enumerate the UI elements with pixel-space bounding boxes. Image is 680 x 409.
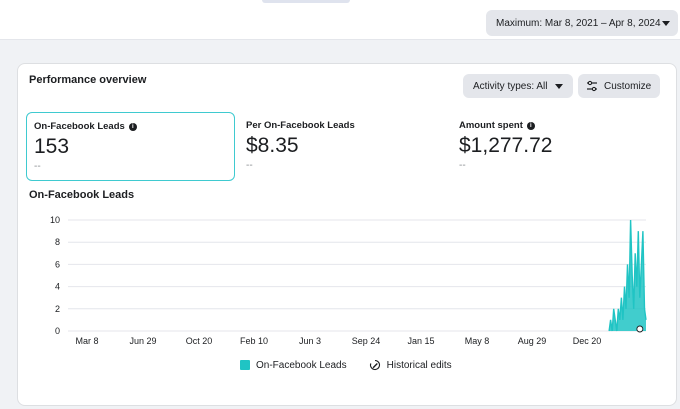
legend-label: Historical edits <box>386 359 452 371</box>
historical-edit-marker <box>636 325 644 333</box>
x-tick-label: Dec 20 <box>573 336 602 346</box>
legend-item-leads[interactable]: On-Facebook Leads <box>240 360 347 371</box>
x-tick-label: Feb 10 <box>240 336 268 346</box>
legend-item-historical-edits[interactable]: Historical edits <box>369 359 452 371</box>
date-range-label: Maximum: Mar 8, 2021 – Apr 8, 2024 <box>496 17 661 29</box>
legend-label: On-Facebook Leads <box>256 359 347 371</box>
x-tick-label: Jan 15 <box>407 336 434 346</box>
caret-down-icon <box>662 20 670 26</box>
x-tick-label: Oct 20 <box>186 336 213 346</box>
x-tick-label: May 8 <box>465 336 490 346</box>
leads-chart: 0 2 4 6 8 10 Mar 8 Jun 29 Oct 20 Feb 10 Jun 3 Sep 2… <box>50 215 647 346</box>
legend-swatch <box>240 360 250 370</box>
x-tick-label: Mar 8 <box>75 336 98 346</box>
performance-overview-card: Performance overview Activity types: All… <box>17 63 677 406</box>
y-tick-label: 4 <box>55 282 60 292</box>
x-tick-label: Jun 3 <box>299 336 321 346</box>
x-tick-label: Sep 24 <box>352 336 381 346</box>
x-tick-label: Aug 29 <box>518 336 547 346</box>
y-tick-label: 8 <box>55 237 60 247</box>
y-tick-label: 10 <box>50 215 60 225</box>
chart-legend: On-Facebook Leads Historical edits <box>240 359 452 371</box>
historical-edits-icon <box>369 359 380 371</box>
y-tick-label: 6 <box>55 259 60 269</box>
y-tick-label: 2 <box>55 304 60 314</box>
x-tick-label: Jun 29 <box>129 336 156 346</box>
y-tick-label: 0 <box>55 326 60 336</box>
date-range-dropdown[interactable]: Maximum: Mar 8, 2021 – Apr 8, 2024 <box>486 10 678 36</box>
top-tab-indicator <box>262 0 350 3</box>
